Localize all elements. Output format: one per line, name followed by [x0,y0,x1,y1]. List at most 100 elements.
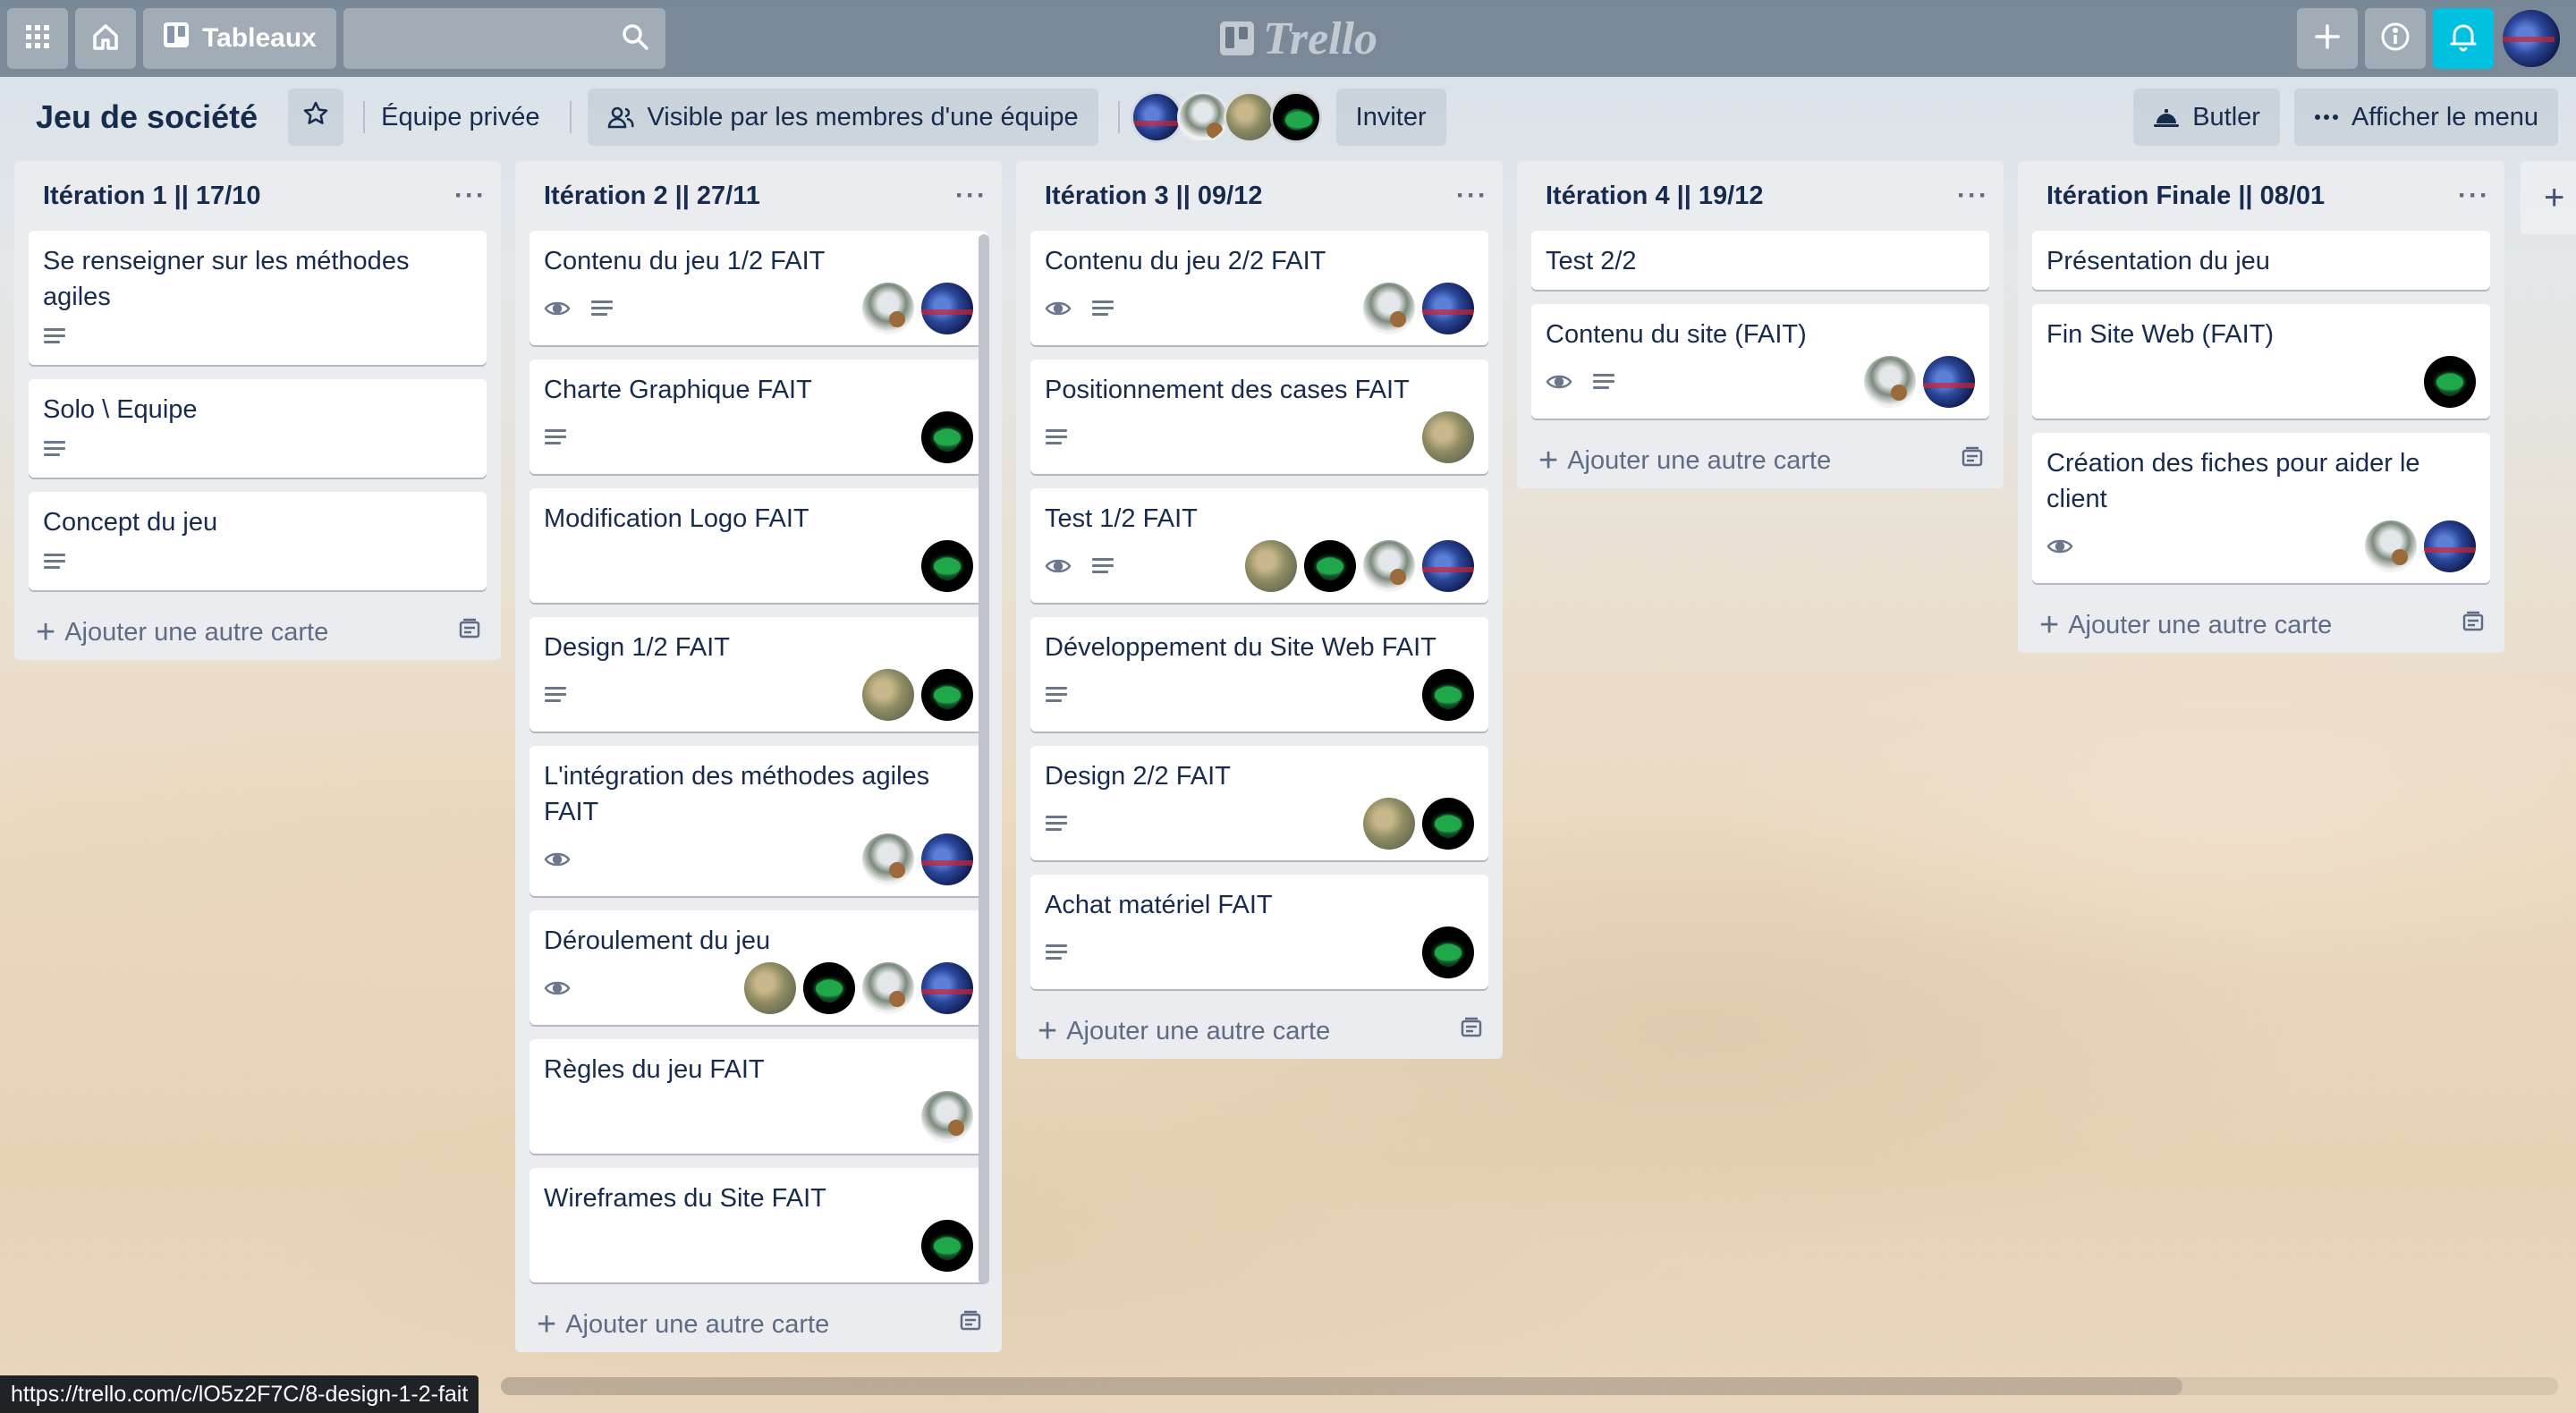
member-avatar[interactable] [862,283,914,334]
butler-button[interactable]: Butler [2133,89,2280,146]
card[interactable]: Contenu du jeu 2/2 FAIT [1030,231,1488,345]
list-menu-icon[interactable]: ··· [955,181,987,211]
apps-button[interactable] [7,8,68,69]
member-avatar[interactable] [921,669,973,721]
card[interactable]: Solo \ Equipe [29,379,487,478]
member-avatar[interactable] [803,962,855,1014]
card[interactable]: Se renseigner sur les méthodes agiles [29,231,487,365]
list-title[interactable]: Itération 2 || 27/11 [544,182,760,211]
card[interactable]: Déroulement du jeu [530,910,987,1025]
member-avatar[interactable] [1923,356,1975,408]
card[interactable]: Test 1/2 FAIT [1030,488,1488,603]
list-title[interactable]: Itération 4 || 19/12 [1546,182,1764,211]
member-avatar[interactable] [862,833,914,885]
member-avatar[interactable] [1245,540,1297,592]
add-card-label: Ajouter une autre carte [565,1309,830,1339]
member-avatar[interactable] [1864,356,1916,408]
card-template-icon[interactable] [1460,1016,1483,1046]
member-avatar[interactable] [1363,283,1415,334]
member-avatar[interactable] [921,833,973,885]
create-button[interactable] [2297,8,2358,69]
member-avatar[interactable] [921,540,973,592]
boards-button[interactable]: Tableaux [143,8,336,69]
list-menu-icon[interactable]: ··· [2458,181,2490,211]
card-template-icon[interactable] [1961,445,1984,476]
member-avatar[interactable] [2365,520,2417,572]
member-avatar[interactable] [921,962,973,1014]
card-template-icon[interactable] [2462,610,2485,640]
card-badges [544,299,633,318]
member-avatar[interactable] [1304,540,1356,592]
invite-button[interactable]: Inviter [1335,89,1446,146]
list-title[interactable]: Itération 1 || 17/10 [43,182,261,211]
member-avatar[interactable] [1176,91,1229,143]
home-button[interactable] [75,8,136,69]
info-button[interactable] [2365,8,2426,69]
member-avatar[interactable] [862,669,914,721]
card[interactable]: Positionnement des cases FAIT [1030,360,1488,474]
card[interactable]: Wireframes du Site FAIT [530,1168,987,1282]
team-button[interactable]: Équipe privée [381,103,539,132]
member-avatar[interactable] [1422,283,1474,334]
list-menu-icon[interactable]: ··· [1957,181,1989,211]
card-badges [1045,299,1134,318]
list-menu-icon[interactable]: ··· [454,181,487,211]
card[interactable]: Design 1/2 FAIT [530,617,987,732]
add-card-button[interactable]: + Ajouter une autre carte [2018,597,2504,653]
board-horizontal-scrollbar[interactable] [501,1377,2558,1395]
card[interactable]: Création des fiches pour aider le client [2032,433,2490,583]
member-avatar[interactable] [1422,411,1474,463]
member-avatar[interactable] [862,962,914,1014]
list-title[interactable]: Itération Finale || 08/01 [2046,182,2325,211]
card[interactable]: L'intégration des méthodes agiles FAIT [530,746,987,896]
add-card-button[interactable]: + Ajouter une autre carte [1517,433,2004,488]
add-list-button[interactable]: + [2521,161,2576,234]
member-avatar[interactable] [921,411,973,463]
member-avatar[interactable] [1223,91,1275,143]
member-avatar[interactable] [921,283,973,334]
card[interactable]: Développement du Site Web FAIT [1030,617,1488,732]
trello-logo[interactable]: Trello [1220,13,1377,64]
notifications-button[interactable] [2433,8,2494,69]
logo-text: Trello [1263,13,1378,64]
add-card-button[interactable]: + Ajouter une autre carte [14,605,501,660]
board-title[interactable]: Jeu de société [36,98,258,136]
user-avatar-button[interactable] [2501,8,2562,69]
card-template-icon[interactable] [959,1309,982,1340]
card[interactable]: Charte Graphique FAIT [530,360,987,474]
member-avatar[interactable] [2424,356,2476,408]
scrollbar-thumb[interactable] [501,1377,2182,1395]
add-card-button[interactable]: + Ajouter une autre carte [515,1297,1002,1352]
card[interactable]: Concept du jeu [29,492,487,590]
visibility-button[interactable]: Visible par les membres d'une équipe [588,89,1098,146]
member-avatar[interactable] [1130,91,1182,143]
star-button[interactable] [288,89,344,146]
member-avatar[interactable] [1363,798,1415,850]
card[interactable]: Présentation du jeu [2032,231,2490,290]
card[interactable]: Contenu du jeu 1/2 FAIT [530,231,987,345]
list-menu-icon[interactable]: ··· [1456,181,1488,211]
list-scrollbar[interactable] [979,234,989,1284]
card[interactable]: Design 2/2 FAIT [1030,746,1488,860]
card[interactable]: Fin Site Web (FAIT) [2032,304,2490,419]
member-avatar[interactable] [744,962,796,1014]
card[interactable]: Achat matériel FAIT [1030,875,1488,989]
member-avatar[interactable] [1422,798,1474,850]
member-avatar[interactable] [1422,669,1474,721]
list-title[interactable]: Itération 3 || 09/12 [1045,182,1263,211]
member-avatar[interactable] [921,1220,973,1272]
member-avatar[interactable] [921,1091,973,1143]
card[interactable]: Règles du jeu FAIT [530,1039,987,1154]
member-avatar[interactable] [1363,540,1415,592]
member-avatar[interactable] [1422,540,1474,592]
add-card-button[interactable]: + Ajouter une autre carte [1016,1003,1503,1059]
card[interactable]: Modification Logo FAIT [530,488,987,603]
member-avatar[interactable] [1269,91,1322,143]
member-avatar[interactable] [2424,520,2476,572]
card[interactable]: Test 2/2 [1531,231,1989,290]
search-input[interactable] [343,8,665,69]
member-avatar[interactable] [1422,926,1474,978]
card-template-icon[interactable] [458,617,481,647]
card[interactable]: Contenu du site (FAIT) [1531,304,1989,419]
show-menu-button[interactable]: Afficher le menu [2293,89,2558,146]
